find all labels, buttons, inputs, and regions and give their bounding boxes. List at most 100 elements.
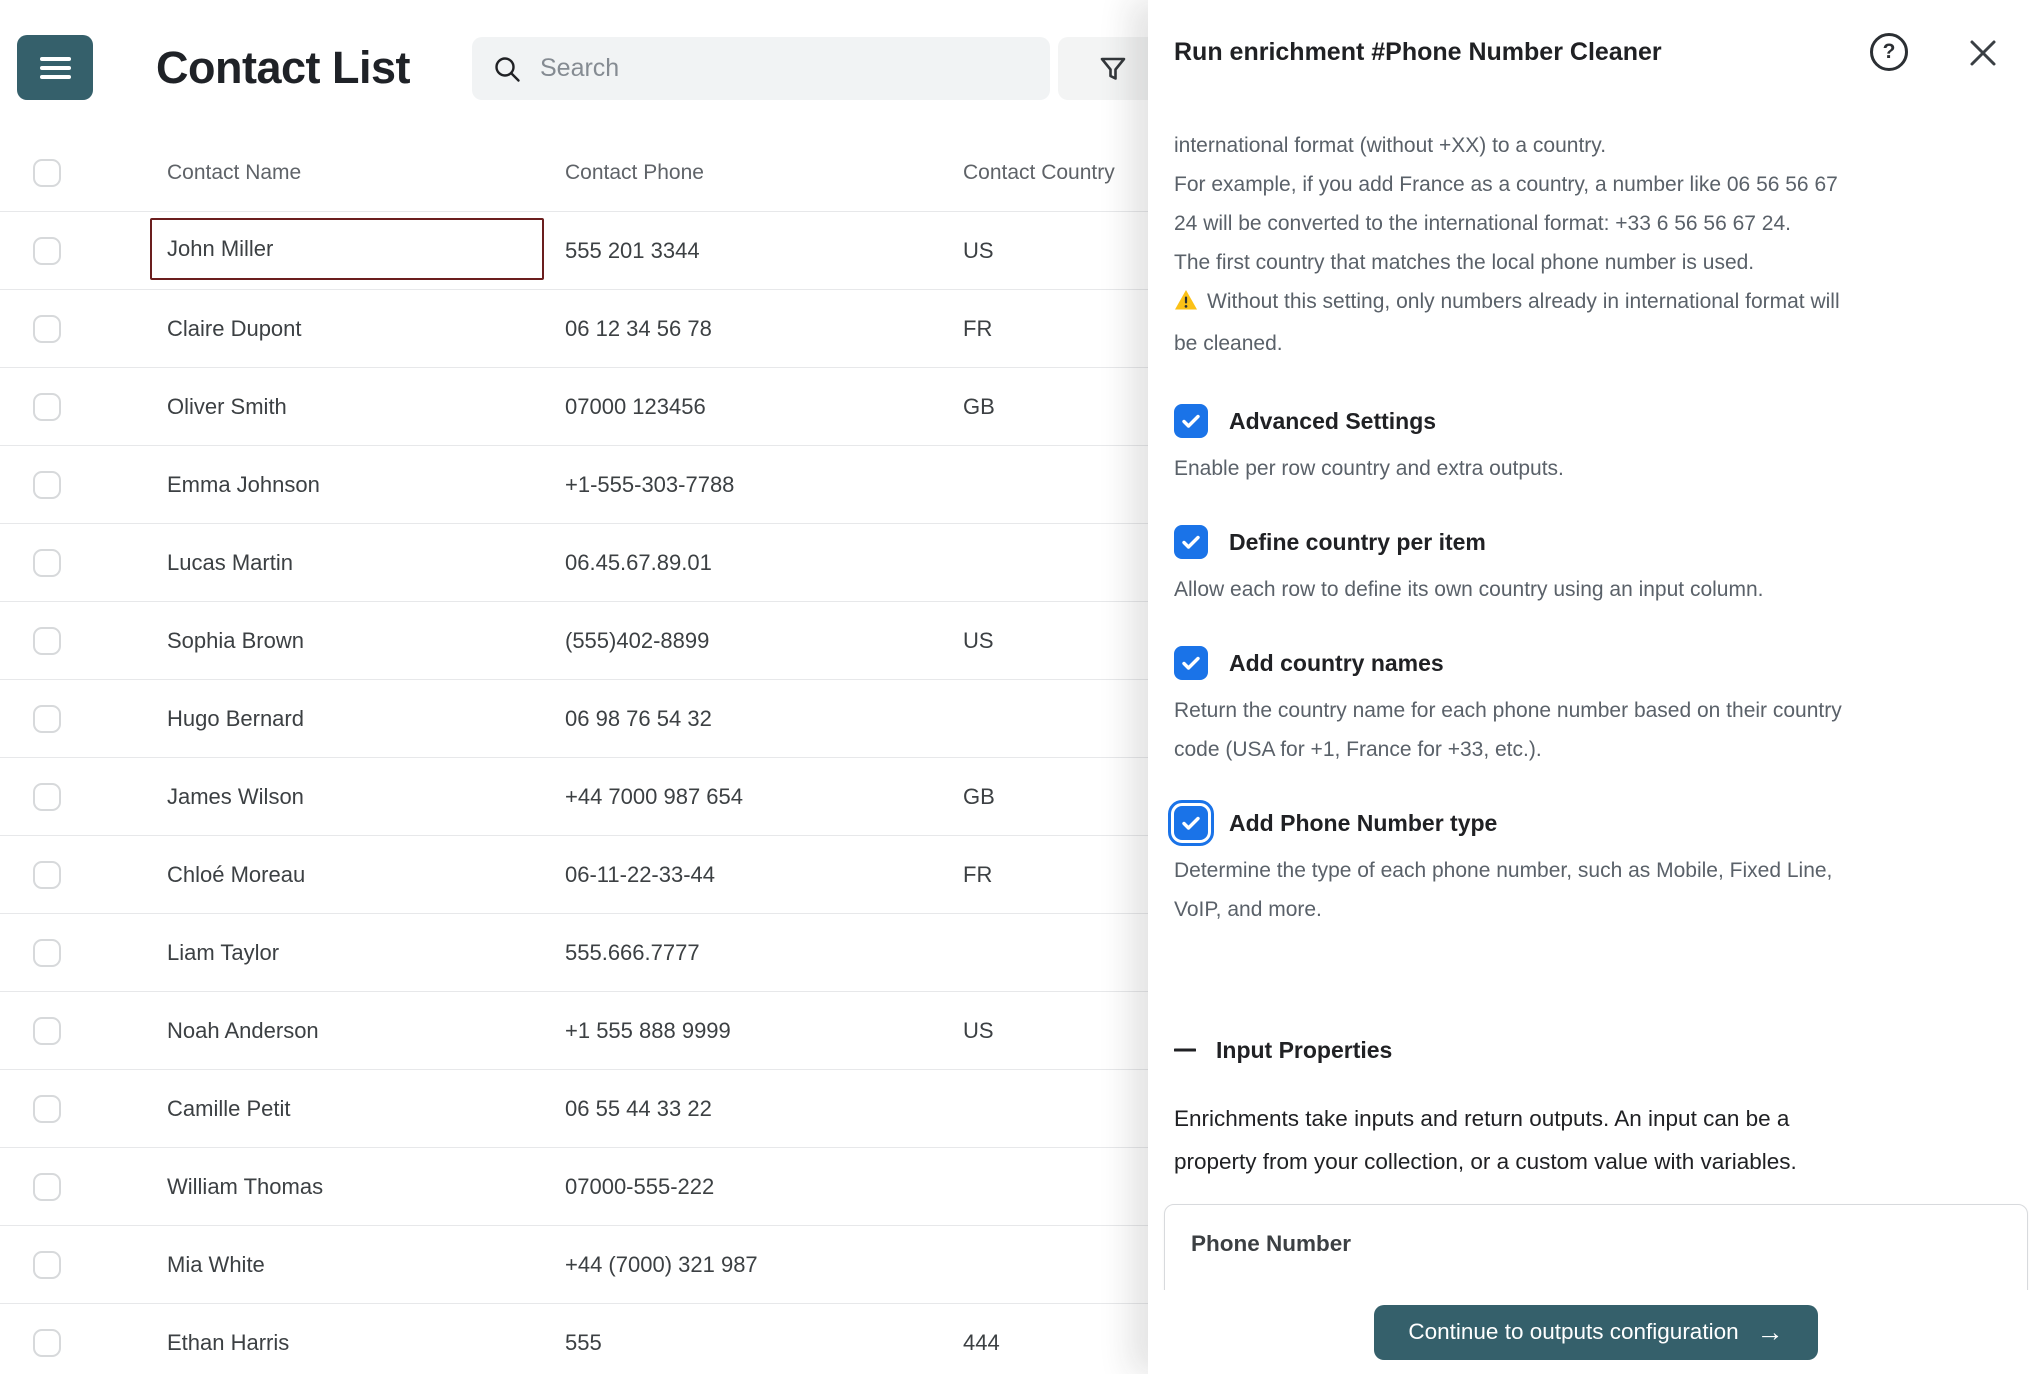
- row-checkbox[interactable]: [33, 782, 61, 811]
- contact-list-screen: Contact List Contact Name Contact Phone …: [0, 0, 1148, 1374]
- table-row[interactable]: Camille Petit 06 55 44 33 22: [0, 1070, 1148, 1148]
- contact-name-cell[interactable]: Liam Taylor: [167, 914, 547, 991]
- contact-country-cell[interactable]: GB: [963, 758, 1143, 835]
- row-checkbox[interactable]: [33, 1094, 61, 1123]
- contact-country-cell[interactable]: [963, 524, 1143, 601]
- define-country-checkbox[interactable]: [1174, 525, 1208, 559]
- table-row[interactable]: Mia White +44 (7000) 321 987: [0, 1226, 1148, 1304]
- collapse-icon[interactable]: [1174, 1044, 1198, 1056]
- check-icon: [1182, 414, 1200, 428]
- add-phone-type-checkbox[interactable]: [1168, 800, 1214, 846]
- close-icon[interactable]: [1966, 36, 2000, 70]
- table-row[interactable]: Sophia Brown (555)402-8899 US: [0, 602, 1148, 680]
- contact-name-cell[interactable]: Noah Anderson: [167, 992, 547, 1069]
- table-row[interactable]: John Miller 555 201 3344 US: [0, 212, 1148, 290]
- row-checkbox[interactable]: [33, 236, 61, 265]
- checkbox-label: Add country names: [1229, 649, 1444, 676]
- checkbox-group-add-country-names: Add country names Return the country nam…: [1174, 645, 2018, 769]
- contact-name-cell[interactable]: Sophia Brown: [167, 602, 547, 679]
- contact-name-cell[interactable]: Camille Petit: [167, 1070, 547, 1147]
- contact-country-cell[interactable]: US: [963, 602, 1143, 679]
- table-row[interactable]: Liam Taylor 555.666.7777: [0, 914, 1148, 992]
- row-checkbox[interactable]: [33, 1328, 61, 1357]
- contact-phone-cell[interactable]: 06.45.67.89.01: [565, 524, 945, 601]
- contact-country-cell[interactable]: US: [963, 212, 1143, 289]
- contact-phone-cell[interactable]: 06 98 76 54 32: [565, 680, 945, 757]
- table-row[interactable]: James Wilson +44 7000 987 654 GB: [0, 758, 1148, 836]
- contact-name-cell[interactable]: Oliver Smith: [167, 368, 547, 445]
- search-box[interactable]: [472, 37, 1050, 100]
- table-row[interactable]: Claire Dupont 06 12 34 56 78 FR: [0, 290, 1148, 368]
- table-row[interactable]: Ethan Harris 555 444: [0, 1304, 1148, 1374]
- table-row[interactable]: Emma Johnson +1-555-303-7788: [0, 446, 1148, 524]
- contact-phone-cell[interactable]: +1-555-303-7788: [565, 446, 945, 523]
- filter-funnel-icon: [1100, 57, 1126, 80]
- contact-phone-cell[interactable]: +44 7000 987 654: [565, 758, 945, 835]
- contact-phone-cell[interactable]: 07000 123456: [565, 368, 945, 445]
- table-row[interactable]: Noah Anderson +1 555 888 9999 US: [0, 992, 1148, 1070]
- contact-country-cell[interactable]: [963, 680, 1143, 757]
- contact-country-cell[interactable]: [963, 446, 1143, 523]
- contact-country-cell[interactable]: US: [963, 992, 1143, 1069]
- contact-phone-cell[interactable]: 07000-555-222: [565, 1148, 945, 1225]
- contact-name-cell[interactable]: Chloé Moreau: [167, 836, 547, 913]
- row-checkbox[interactable]: [33, 392, 61, 421]
- contact-country-cell[interactable]: FR: [963, 290, 1143, 367]
- select-all-checkbox[interactable]: [33, 159, 61, 187]
- contact-phone-cell[interactable]: 555: [565, 1304, 945, 1374]
- table-row[interactable]: William Thomas 07000-555-222: [0, 1148, 1148, 1226]
- search-input[interactable]: [538, 53, 1030, 84]
- row-checkbox[interactable]: [33, 704, 61, 733]
- contact-phone-cell[interactable]: 555.666.7777: [565, 914, 945, 991]
- help-icon[interactable]: ?: [1870, 33, 1908, 71]
- row-checkbox[interactable]: [33, 1016, 61, 1045]
- panel-scroll-area[interactable]: Add countries to match phone numbers tha…: [1148, 96, 2044, 1290]
- menu-button[interactable]: [17, 35, 93, 100]
- contact-country-cell[interactable]: FR: [963, 836, 1143, 913]
- add-country-names-checkbox[interactable]: [1174, 646, 1208, 680]
- row-checkbox[interactable]: [33, 1172, 61, 1201]
- checkbox-group-add-phone-type: Add Phone Number type Determine the type…: [1168, 800, 2018, 929]
- continue-button[interactable]: Continue to outputs configuration →: [1374, 1304, 1818, 1360]
- contact-phone-cell[interactable]: (555)402-8899: [565, 602, 945, 679]
- contact-name-cell[interactable]: Lucas Martin: [167, 524, 547, 601]
- contact-country-cell[interactable]: [963, 1226, 1143, 1303]
- contact-name-cell[interactable]: Mia White: [167, 1226, 547, 1303]
- row-checkbox[interactable]: [33, 938, 61, 967]
- contact-name-cell[interactable]: William Thomas: [167, 1148, 547, 1225]
- table-row[interactable]: Lucas Martin 06.45.67.89.01: [0, 524, 1148, 602]
- filter-button[interactable]: [1058, 37, 1148, 100]
- row-checkbox[interactable]: [33, 314, 61, 343]
- contact-phone-cell[interactable]: 06 55 44 33 22: [565, 1070, 945, 1147]
- row-checkbox[interactable]: [33, 626, 61, 655]
- contact-country-cell[interactable]: 444: [963, 1304, 1143, 1374]
- row-checkbox[interactable]: [33, 1250, 61, 1279]
- contact-phone-cell[interactable]: 06 12 34 56 78: [565, 290, 945, 367]
- checkbox-description: Allow each row to define its own country…: [1174, 578, 1764, 601]
- contact-country-cell[interactable]: [963, 1148, 1143, 1225]
- contact-phone-cell[interactable]: 06-11-22-33-44: [565, 836, 945, 913]
- row-checkbox[interactable]: [33, 470, 61, 499]
- table-row[interactable]: Chloé Moreau 06-11-22-33-44 FR: [0, 836, 1148, 914]
- contact-name-cell[interactable]: Ethan Harris: [167, 1304, 547, 1374]
- contact-phone-cell[interactable]: +1 555 888 9999: [565, 992, 945, 1069]
- contact-name-cell[interactable]: Hugo Bernard: [167, 680, 547, 757]
- contact-name-cell[interactable]: James Wilson: [167, 758, 547, 835]
- contact-country-cell[interactable]: [963, 914, 1143, 991]
- contact-name-cell[interactable]: Emma Johnson: [167, 446, 547, 523]
- contact-phone-cell[interactable]: 555 201 3344: [565, 212, 945, 289]
- page-title: Contact List: [156, 41, 411, 93]
- contact-name-cell-selected[interactable]: John Miller: [150, 218, 544, 280]
- contact-country-cell[interactable]: [963, 1070, 1143, 1147]
- app: Contact List Contact Name Contact Phone …: [0, 0, 2044, 1374]
- contact-phone-cell[interactable]: +44 (7000) 321 987: [565, 1226, 945, 1303]
- row-checkbox[interactable]: [33, 548, 61, 577]
- table-row[interactable]: Oliver Smith 07000 123456 GB: [0, 368, 1148, 446]
- contact-country-cell[interactable]: GB: [963, 368, 1143, 445]
- table-row[interactable]: Hugo Bernard 06 98 76 54 32: [0, 680, 1148, 758]
- checkbox-label: Define country per item: [1229, 528, 1486, 555]
- contact-name-cell[interactable]: Claire Dupont: [167, 290, 547, 367]
- row-checkbox[interactable]: [33, 860, 61, 889]
- advanced-settings-checkbox[interactable]: [1174, 404, 1208, 438]
- phone-number-input-card[interactable]: Phone Number: [1164, 1204, 2028, 1290]
